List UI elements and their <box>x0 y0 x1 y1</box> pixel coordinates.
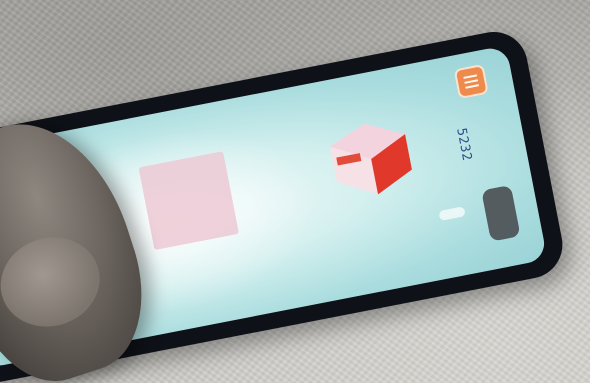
action-button[interactable] <box>481 184 521 242</box>
menu-button[interactable] <box>453 63 489 100</box>
red-cube-piece[interactable] <box>316 112 420 208</box>
score-display: 5232 <box>452 126 475 163</box>
menu-icon-line <box>464 79 479 84</box>
swipe-hint <box>438 206 466 222</box>
menu-icon <box>463 74 478 79</box>
pink-tile[interactable] <box>138 151 239 251</box>
menu-icon-line <box>465 84 480 89</box>
photo-background: 5232 <box>0 0 590 383</box>
fingertip <box>0 224 112 340</box>
